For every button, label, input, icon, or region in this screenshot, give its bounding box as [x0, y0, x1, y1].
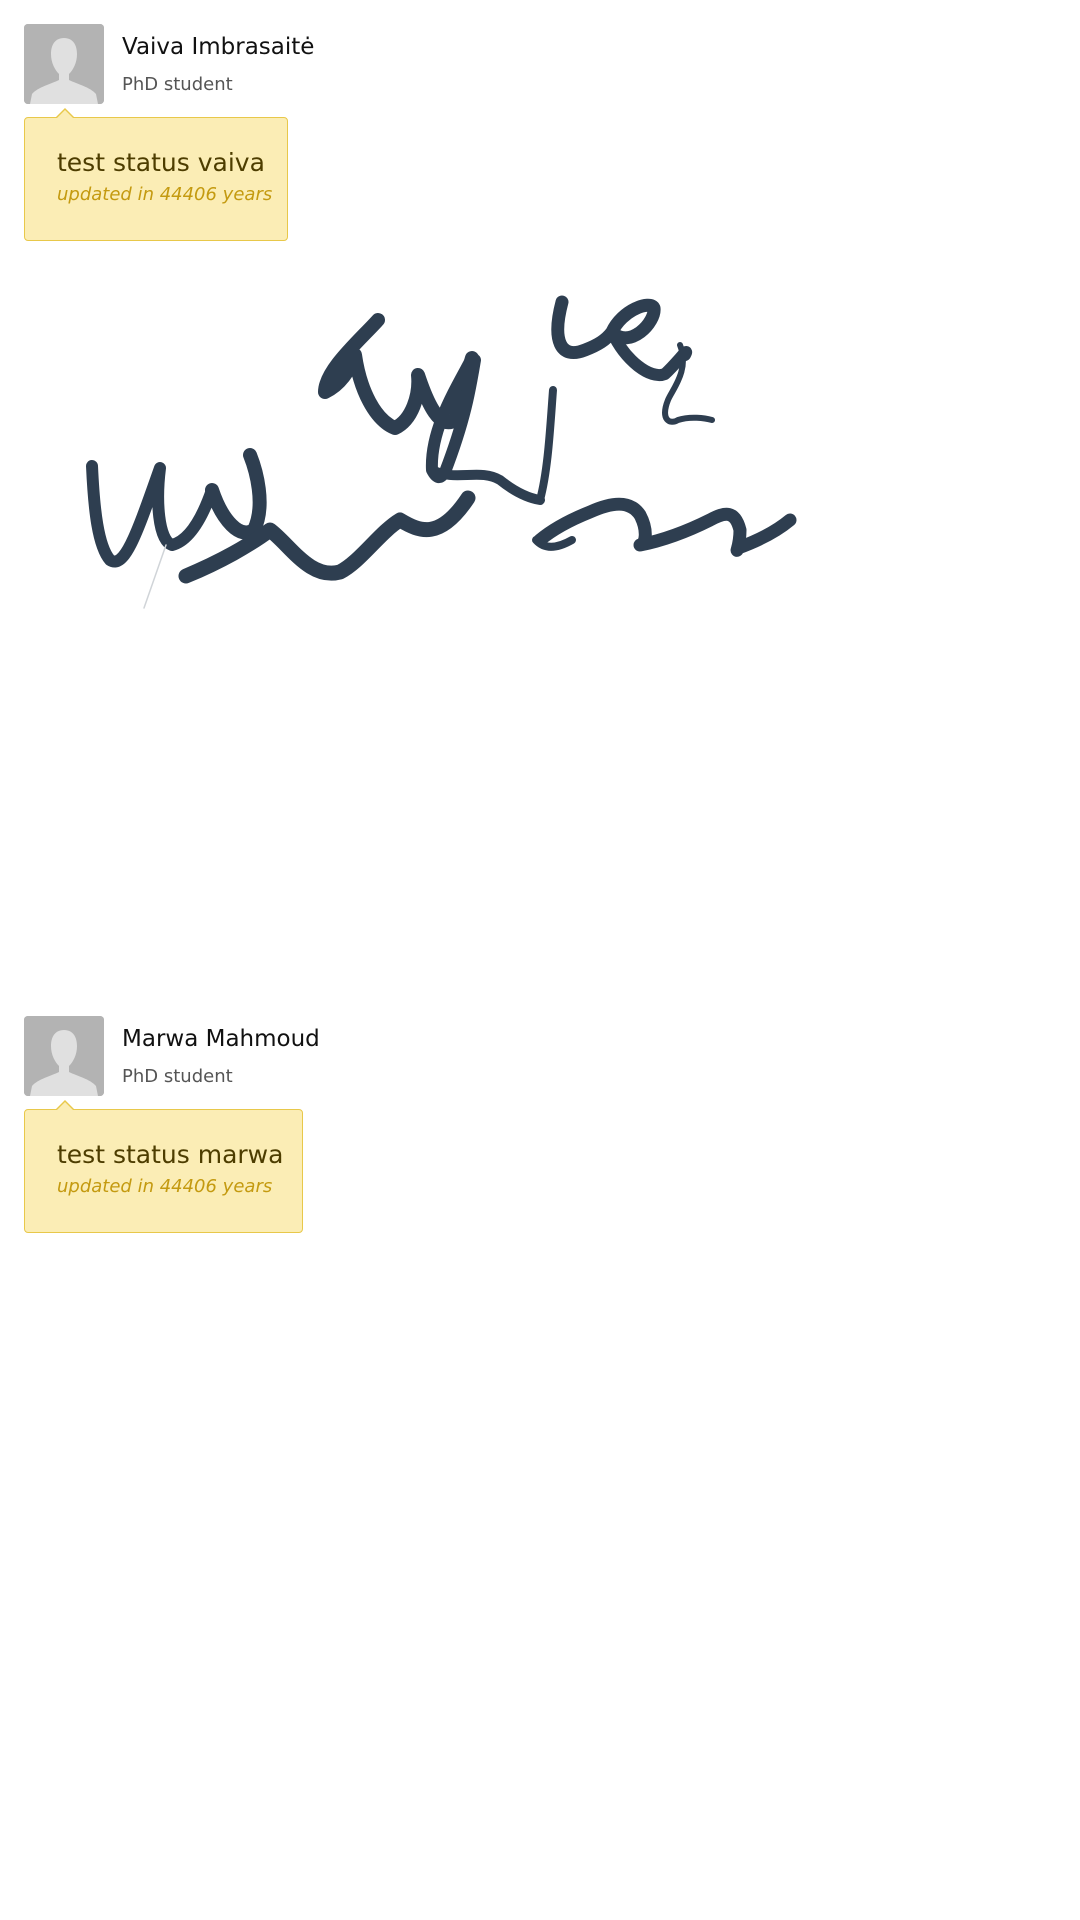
- status-text: test status vaiva: [57, 148, 265, 177]
- status-bubble: test status marwa updated in 44406 years: [24, 1100, 303, 1233]
- person-name[interactable]: Marwa Mahmoud: [122, 1026, 320, 1052]
- avatar-placeholder-icon[interactable]: [24, 24, 104, 104]
- person-name[interactable]: Vaiva Imbrasaitė: [122, 34, 314, 60]
- user-silhouette-icon: [24, 24, 104, 104]
- avatar-placeholder-icon[interactable]: [24, 1016, 104, 1096]
- status-updated-time: updated in 44406 years: [57, 184, 273, 205]
- status-updated-time: updated in 44406 years: [57, 1176, 273, 1197]
- handwriting-scribble-drawing: [86, 295, 797, 609]
- page: Vaiva Imbrasaitė PhD student test status…: [0, 0, 1080, 1920]
- person-role: PhD student: [122, 74, 233, 95]
- person-role: PhD student: [122, 1066, 233, 1087]
- status-bubble: test status vaiva updated in 44406 years: [24, 108, 288, 241]
- user-silhouette-icon: [24, 1016, 104, 1096]
- status-text: test status marwa: [57, 1140, 284, 1169]
